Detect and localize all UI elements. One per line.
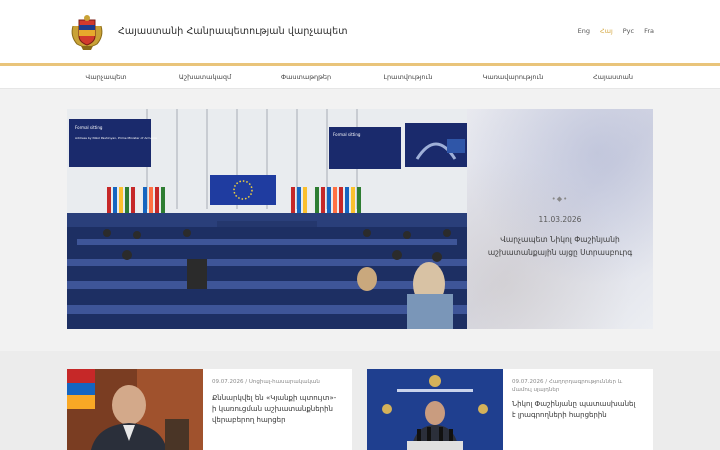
news-card[interactable]: 09.07.2026 / Հաղորդագրություններ և մամու… xyxy=(367,369,653,450)
news-meta: 09.07.2026 / Հաղորդագրություններ և մամու… xyxy=(512,379,623,393)
nav-item-documents[interactable]: Փաստաթղթեր xyxy=(281,73,331,81)
lang-ru[interactable]: Рус xyxy=(623,27,634,35)
hero-date: 11.03.2026 xyxy=(538,215,582,224)
hero-caption-panel[interactable]: •◆• 11.03.2026 Վարչապետ Նիկոլ Փաշինյանի … xyxy=(467,109,653,329)
nav-item-prime-minister[interactable]: Վարչապետ xyxy=(85,73,126,81)
news-card[interactable]: 09.07.2026 / Սոցիալ-հասարակական Քննարկվե… xyxy=(67,369,352,450)
site-title[interactable]: Հայաստանի Հանրապետության վարչապետ xyxy=(118,26,348,37)
armenian-coat-of-arms-icon[interactable] xyxy=(67,12,107,52)
lang-fr[interactable]: Fra xyxy=(644,27,654,35)
main-navigation: Վարչապետ Աշխատակազմ Փաստաթղթեր Լրատվությ… xyxy=(0,66,720,89)
screen-text-right: Formal sitting xyxy=(333,132,361,137)
hero-caption[interactable]: Վարչապետ Նիկոլ Փաշինյանի աշխատանքային այ… xyxy=(487,234,633,259)
hero-slider: Formal sitting Address by Nikol Pashinya… xyxy=(0,89,720,408)
screen-text-left: Formal sitting xyxy=(75,125,103,130)
site-header: Հայաստանի Հանրապետության վարչապետ Eng Հա… xyxy=(0,0,720,64)
news-title[interactable]: Քննարկվել են «Կյանքի պտույտ»-ի կառուցման… xyxy=(212,393,340,426)
news-section: 09.07.2026 / Սոցիալ-հասարակական Քննարկվե… xyxy=(0,351,720,450)
news-date: 09.07.2026 xyxy=(212,379,244,385)
nav-item-government[interactable]: Կառավարություն xyxy=(483,73,544,81)
language-switcher: Eng Հայ Рус Fra xyxy=(578,27,654,35)
nav-item-staff[interactable]: Աշխատակազմ xyxy=(179,73,231,81)
news-thumbnail[interactable] xyxy=(67,369,203,450)
news-date: 09.07.2026 xyxy=(512,379,544,385)
hero-photo-parliament[interactable]: Formal sitting Address by Nikol Pashinya… xyxy=(67,109,467,329)
screen-subtext-left: Address by Nikol Pashinyan, Prime Minist… xyxy=(75,136,157,140)
news-title[interactable]: Նիկոլ Փաշինյանը պատասխանել է լրագրողների… xyxy=(512,399,640,421)
nav-item-armenia[interactable]: Հայաստան xyxy=(593,73,633,81)
lang-eng[interactable]: Eng xyxy=(578,27,590,35)
ornament-divider-icon: •◆• xyxy=(551,195,569,203)
news-meta: 09.07.2026 / Սոցիալ-հասարակական xyxy=(212,379,320,385)
nav-item-news[interactable]: Լրատվություն xyxy=(384,73,433,81)
news-category[interactable]: Սոցիալ-հասարակական xyxy=(249,379,320,385)
lang-hy[interactable]: Հայ xyxy=(600,27,613,35)
news-thumbnail[interactable] xyxy=(367,369,503,450)
